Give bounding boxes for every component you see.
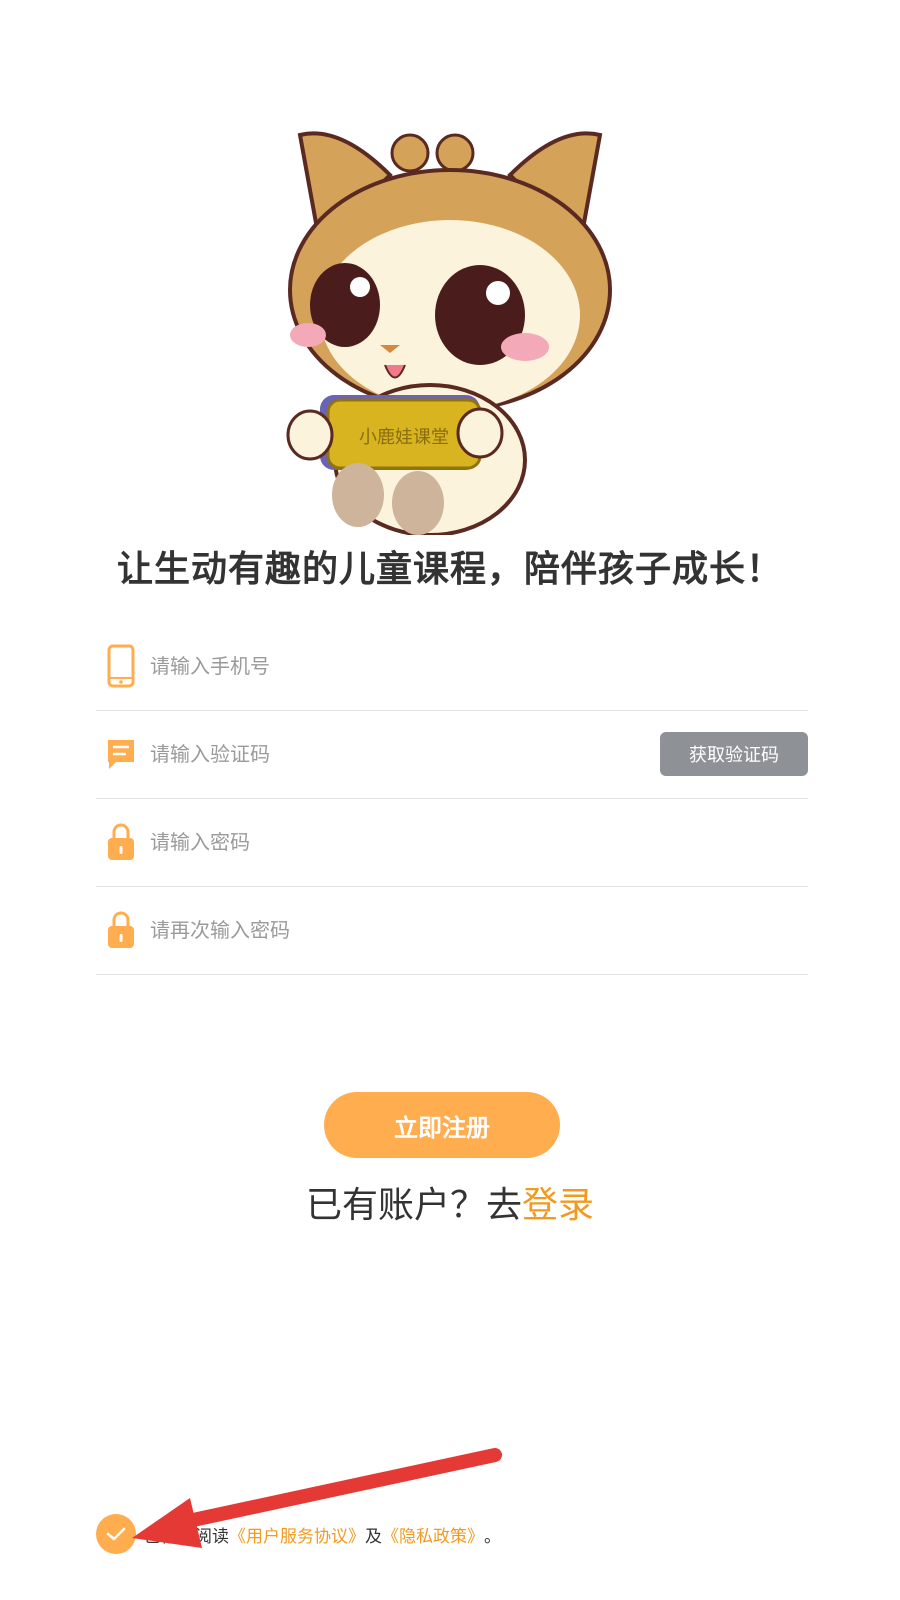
register-button[interactable]: 立即注册 [324, 1092, 560, 1158]
password-confirm-field-row [96, 886, 808, 975]
mascot-illustration: 小鹿娃课堂 [280, 115, 620, 535]
phone-input[interactable] [150, 622, 630, 710]
agreement-checkbox[interactable] [96, 1514, 136, 1554]
login-prompt: 已有账户？去登录 [0, 1176, 900, 1228]
password-confirm-input[interactable] [150, 886, 630, 974]
terms-link[interactable]: 《用户服务协议》 [229, 1522, 365, 1547]
agreement-prefix: 已仔细阅读 [144, 1526, 229, 1547]
agreement-row: 已仔细阅读 《用户服务协议》 及 《隐私政策》 。 [96, 1512, 501, 1556]
agreement-conjunction: 及 [365, 1526, 382, 1547]
page-slogan: 让生动有趣的儿童课程，陪伴孩子成长！ [116, 549, 783, 590]
agreement-suffix: 。 [484, 1526, 501, 1547]
get-code-button[interactable]: 获取验证码 [660, 732, 808, 776]
phone-field-row [96, 622, 808, 711]
mascot-badge-text: 小鹿娃课堂 [359, 427, 449, 448]
password-field-row [96, 798, 808, 887]
lock-icon [106, 820, 136, 864]
check-icon [106, 1527, 126, 1541]
message-icon [106, 732, 136, 776]
password-input[interactable] [150, 798, 630, 886]
lock-icon [106, 908, 136, 952]
code-input[interactable] [150, 710, 630, 798]
phone-icon [106, 644, 136, 688]
login-link[interactable]: 登录 [522, 1185, 594, 1226]
privacy-link[interactable]: 《隐私政策》 [382, 1522, 484, 1547]
code-field-row: 获取验证码 [96, 710, 808, 799]
login-prompt-text: 已有账户？去 [305, 1185, 522, 1226]
